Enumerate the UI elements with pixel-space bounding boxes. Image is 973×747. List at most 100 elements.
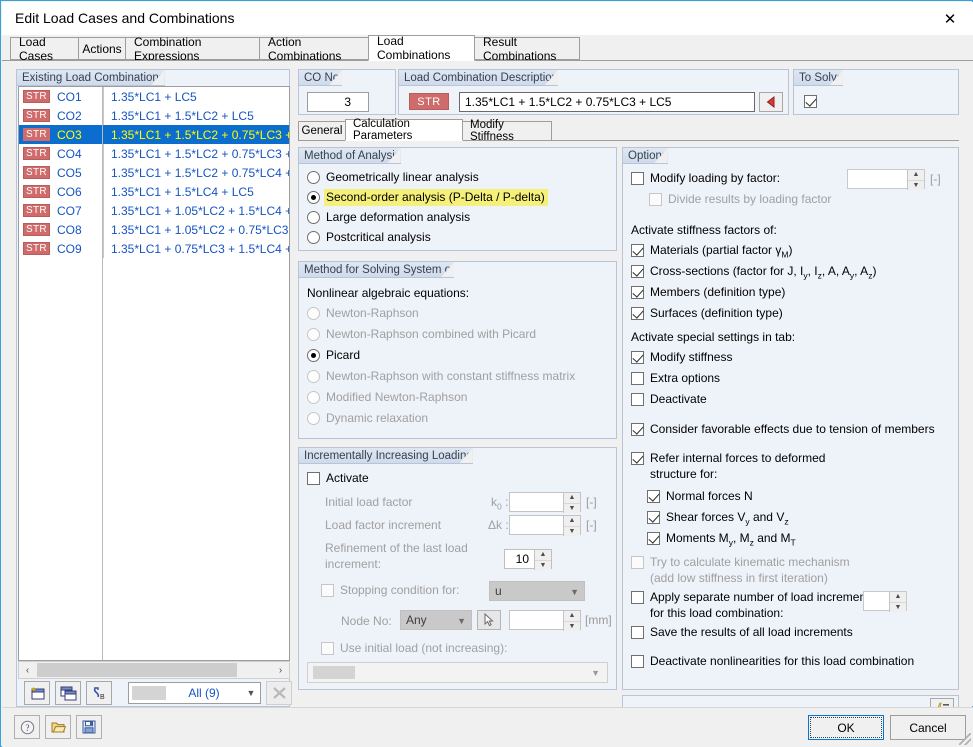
- co-number-input[interactable]: 3: [307, 92, 369, 112]
- stiffness-materials-row[interactable]: Materials (partial factor γM): [631, 243, 792, 262]
- tab-combination-expressions[interactable]: Combination Expressions: [125, 35, 260, 63]
- radio-second-order-analysis[interactable]: Second-order analysis (P-Delta / P-delta…: [307, 189, 548, 206]
- radio-icon[interactable]: [307, 328, 320, 341]
- radio-icon[interactable]: [307, 370, 320, 383]
- stepper-down-icon[interactable]: ▼: [564, 622, 580, 632]
- radio-picard[interactable]: Picard: [307, 348, 360, 363]
- activate-increments-checkbox[interactable]: [307, 472, 320, 485]
- load-factor-increment-stepper[interactable]: ▲ ▼: [563, 516, 580, 536]
- radio-newton-raphson-picard[interactable]: Newton-Raphson combined with Picard: [307, 327, 536, 342]
- stiffness-members-row[interactable]: Members (definition type): [631, 285, 785, 300]
- modify-loading-row[interactable]: Modify loading by factor:: [631, 171, 780, 186]
- special-modify-stiffness-checkbox[interactable]: [631, 351, 644, 364]
- radio-icon[interactable]: [307, 391, 320, 404]
- kinematic-mechanism-row[interactable]: Try to calculate kinematic mechanism: [631, 555, 850, 570]
- apply-increments-stepper[interactable]: ▲ ▼: [889, 592, 906, 612]
- stepper-up-icon[interactable]: ▲: [890, 592, 906, 603]
- normal-forces-row[interactable]: Normal forces N: [647, 489, 753, 504]
- scroll-left-icon[interactable]: ‹: [19, 662, 36, 678]
- radio-icon[interactable]: [307, 211, 320, 224]
- tab-modify-stiffness[interactable]: Modify Stiffness: [462, 119, 552, 143]
- refer-internal-forces-checkbox[interactable]: [631, 452, 644, 465]
- list-item[interactable]: STR CO2 1.35*LC1 + 1.5*LC2 + LC5: [19, 106, 289, 125]
- special-extra-options-row[interactable]: Extra options: [631, 371, 720, 386]
- radio-newton-raphson-constant-stiffness[interactable]: Newton-Raphson with constant stiffness m…: [307, 369, 575, 384]
- stepper-up-icon[interactable]: ▲: [908, 170, 924, 181]
- shear-forces-checkbox[interactable]: [647, 511, 660, 524]
- node-displacement-stepper[interactable]: ▲ ▼: [563, 611, 580, 631]
- radio-postcritical-analysis[interactable]: Postcritical analysis: [307, 230, 431, 245]
- to-solve-checkbox[interactable]: [804, 95, 817, 109]
- tab-load-cases[interactable]: Load Cases: [10, 35, 79, 63]
- stopping-condition-row[interactable]: Stopping condition for:: [321, 583, 459, 598]
- chevron-down-icon[interactable]: ▼: [242, 688, 260, 698]
- stepper-up-icon[interactable]: ▲: [535, 550, 551, 561]
- tab-result-combinations[interactable]: Result Combinations: [474, 35, 580, 63]
- initial-load-select[interactable]: ▼: [307, 662, 608, 683]
- special-deactivate-checkbox[interactable]: [631, 393, 644, 406]
- ok-button[interactable]: OK: [808, 715, 884, 740]
- radio-icon[interactable]: [307, 191, 320, 204]
- node-displacement-input[interactable]: ▲ ▼: [509, 610, 581, 631]
- description-apply-button[interactable]: [759, 92, 783, 112]
- resize-grip[interactable]: [959, 733, 971, 745]
- chevron-down-icon[interactable]: ▼: [591, 668, 600, 678]
- list-item[interactable]: STR CO9 1.35*LC1 + 0.75*LC3 + 1.5*LC4 + …: [19, 239, 289, 258]
- stepper-down-icon[interactable]: ▼: [564, 504, 580, 514]
- open-button[interactable]: [45, 715, 71, 739]
- deactivate-nonlinearities-checkbox[interactable]: [631, 655, 644, 668]
- close-icon[interactable]: ✕: [927, 2, 973, 35]
- modify-loading-checkbox[interactable]: [631, 172, 644, 185]
- activate-increments-row[interactable]: Activate: [307, 471, 369, 486]
- tab-general[interactable]: General: [298, 121, 346, 141]
- radio-dynamic-relaxation[interactable]: Dynamic relaxation: [307, 411, 428, 426]
- cancel-button[interactable]: Cancel: [890, 715, 966, 740]
- description-input[interactable]: 1.35*LC1 + 1.5*LC2 + 0.75*LC3 + LC5: [459, 92, 755, 112]
- kinematic-mechanism-checkbox[interactable]: [631, 556, 644, 569]
- use-initial-load-row[interactable]: Use initial load (not increasing):: [321, 641, 507, 656]
- help-button[interactable]: ?: [14, 715, 40, 739]
- radio-icon[interactable]: [307, 231, 320, 244]
- special-deactivate-row[interactable]: Deactivate: [631, 392, 707, 407]
- shear-forces-row[interactable]: Shear forces Vy and Vz: [647, 510, 789, 529]
- tab-calculation-parameters[interactable]: Calculation Parameters: [345, 118, 463, 142]
- load-combinations-list[interactable]: STR CO1 1.35*LC1 + LC5 STR CO2 1.35*LC1 …: [18, 86, 290, 661]
- node-no-select[interactable]: Any ▼: [400, 610, 472, 630]
- list-item[interactable]: STR CO6 1.35*LC1 + 1.5*LC4 + LC5: [19, 182, 289, 201]
- apply-increments-input[interactable]: ▲ ▼: [863, 591, 907, 612]
- stepper-down-icon[interactable]: ▼: [908, 181, 924, 191]
- stopping-condition-select[interactable]: u ▼: [489, 581, 585, 601]
- stiffness-surfaces-checkbox[interactable]: [631, 307, 644, 320]
- stiffness-cross-sections-row[interactable]: Cross-sections (factor for J, Iy, Iz, A,…: [631, 264, 876, 283]
- tab-action-combinations[interactable]: Action Combinations: [259, 35, 369, 63]
- special-modify-stiffness-row[interactable]: Modify stiffness: [631, 350, 732, 365]
- radio-icon[interactable]: [307, 349, 320, 362]
- list-item[interactable]: STR CO4 1.35*LC1 + 1.5*LC2 + 0.75*LC3 + …: [19, 144, 289, 163]
- deactivate-nonlinearities-row[interactable]: Deactivate nonlinearities for this load …: [631, 654, 914, 669]
- list-item[interactable]: STR CO5 1.35*LC1 + 1.5*LC2 + 0.75*LC4 + …: [19, 163, 289, 182]
- radio-icon[interactable]: [307, 307, 320, 320]
- combination-filter-select[interactable]: All (9) ▼: [128, 682, 261, 704]
- stiffness-materials-checkbox[interactable]: [631, 244, 644, 257]
- pick-node-button[interactable]: [477, 610, 501, 630]
- stiffness-members-checkbox[interactable]: [631, 286, 644, 299]
- copy-combination-button[interactable]: [55, 681, 81, 705]
- list-horizontal-scrollbar[interactable]: ‹ ›: [18, 661, 290, 679]
- refinement-input[interactable]: 10 ▲ ▼: [504, 549, 552, 570]
- special-extra-options-checkbox[interactable]: [631, 372, 644, 385]
- apply-increments-checkbox[interactable]: [631, 591, 644, 604]
- refinement-stepper[interactable]: ▲ ▼: [534, 550, 551, 570]
- delete-combination-button[interactable]: [266, 681, 292, 705]
- chevron-down-icon[interactable]: ▼: [457, 616, 466, 626]
- stepper-up-icon[interactable]: ▲: [564, 493, 580, 504]
- radio-icon[interactable]: [307, 171, 320, 184]
- chevron-down-icon[interactable]: ▼: [570, 587, 579, 597]
- save-all-increments-checkbox[interactable]: [631, 626, 644, 639]
- moments-checkbox[interactable]: [647, 532, 660, 545]
- radio-icon[interactable]: [307, 412, 320, 425]
- save-all-increments-row[interactable]: Save the results of all load increments: [631, 625, 853, 640]
- radio-modified-newton-raphson[interactable]: Modified Newton-Raphson: [307, 390, 467, 405]
- load-factor-increment-input[interactable]: ▲ ▼: [509, 515, 581, 536]
- save-button[interactable]: [76, 715, 102, 739]
- modify-loading-input[interactable]: ▲ ▼: [847, 169, 925, 191]
